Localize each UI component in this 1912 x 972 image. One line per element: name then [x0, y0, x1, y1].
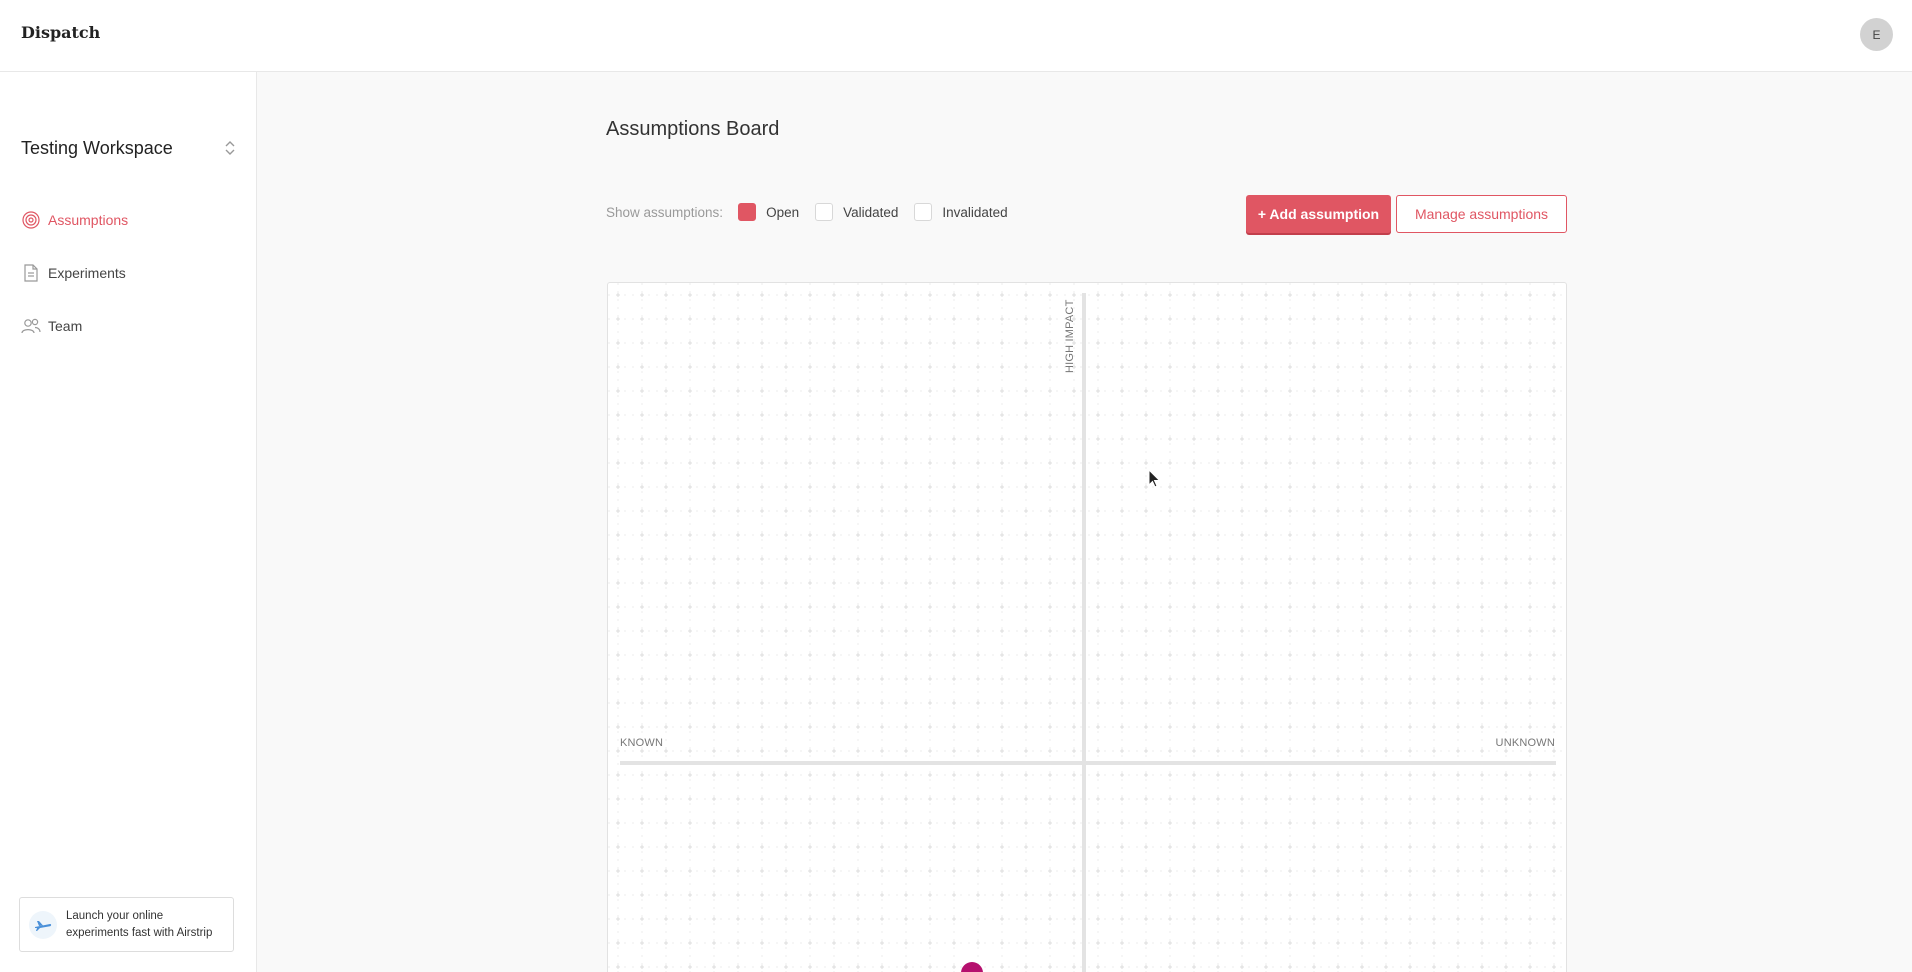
filter-invalidated-label: Invalidated — [942, 204, 1008, 220]
vertical-axis — [1082, 293, 1086, 972]
filter-open-label: Open — [766, 204, 800, 220]
sidebar: Testing Workspace Assumptions Experiment… — [0, 72, 257, 972]
axis-label-high-impact: HIGH IMPACT — [1064, 299, 1076, 374]
axis-label-unknown: UNKNOWN — [1495, 737, 1555, 749]
promo-text: Launch your online experiments fast with… — [66, 909, 213, 939]
board-grid — [608, 283, 1566, 972]
sidebar-item-label: Team — [48, 318, 83, 334]
chevron-up-down-icon[interactable] — [224, 139, 236, 157]
filter-validated-label: Validated — [843, 204, 899, 220]
sidebar-item-experiments[interactable]: Experiments — [21, 261, 236, 285]
add-assumption-button[interactable]: + Add assumption — [1246, 195, 1391, 233]
filter-open[interactable]: Open — [738, 203, 799, 221]
horizontal-axis — [620, 761, 1556, 765]
workspace-switcher[interactable]: Testing Workspace — [21, 133, 236, 163]
target-icon — [21, 210, 41, 230]
workspace-name: Testing Workspace — [21, 137, 173, 158]
filter-invalidated[interactable]: Invalidated — [914, 203, 1008, 221]
sidebar-item-team[interactable]: Team — [21, 314, 236, 338]
document-icon — [21, 263, 41, 283]
sidebar-item-assumptions[interactable]: Assumptions — [21, 208, 236, 232]
sidebar-nav: Assumptions Experiments Team — [21, 208, 236, 367]
assumption-marker[interactable] — [961, 962, 983, 972]
assumptions-board[interactable]: HIGH IMPACT KNOWN UNKNOWN — [607, 282, 1567, 972]
mouse-cursor-icon — [1148, 468, 1162, 494]
filter-validated-checkbox[interactable] — [815, 203, 834, 221]
users-icon — [21, 316, 41, 336]
axis-label-known: KNOWN — [620, 737, 664, 749]
top-bar: Dispatch E — [0, 0, 1912, 72]
filter-validated[interactable]: Validated — [815, 203, 898, 221]
airstrip-promo-card[interactable]: Launch your online experiments fast with… — [19, 897, 234, 952]
sidebar-item-label: Assumptions — [48, 212, 129, 228]
sidebar-item-label: Experiments — [48, 265, 126, 281]
manage-assumptions-button[interactable]: Manage assumptions — [1396, 195, 1567, 233]
user-avatar[interactable]: E — [1860, 18, 1893, 51]
assumption-filters: Show assumptions: Open Validated Invalid… — [606, 202, 1024, 222]
filter-invalidated-checkbox[interactable] — [914, 203, 933, 221]
filter-open-checkbox[interactable] — [738, 203, 757, 221]
page-title: Assumptions Board — [606, 118, 780, 140]
airplane-icon — [29, 910, 57, 939]
filters-label: Show assumptions: — [606, 204, 724, 220]
brand-logo[interactable]: Dispatch — [21, 23, 100, 42]
